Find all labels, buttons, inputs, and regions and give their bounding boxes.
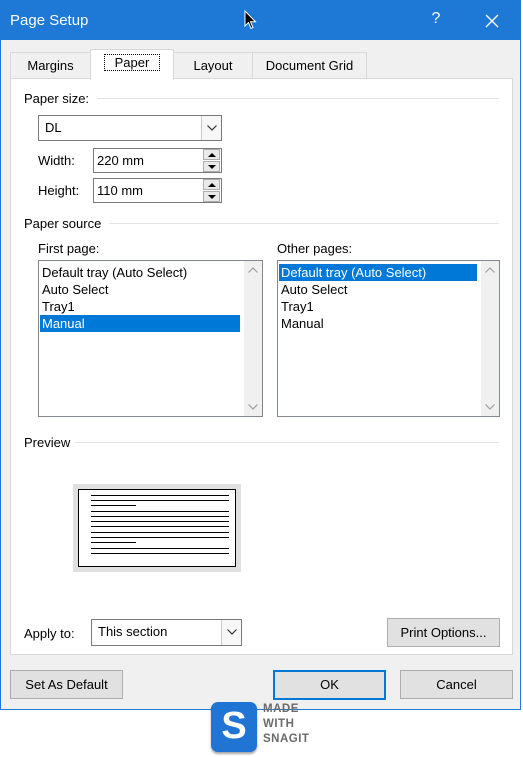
dropdown-button[interactable] xyxy=(221,620,241,645)
first-page-list[interactable]: Default tray (Auto Select) Auto Select T… xyxy=(38,260,263,417)
scroll-down-icon xyxy=(248,404,258,410)
tab-label: Document Grid xyxy=(265,58,354,73)
preview-line xyxy=(91,516,229,517)
page-preview-sheet xyxy=(78,489,236,567)
page-setup-dialog: Page Setup ? Margins Paper Layout Docume… xyxy=(0,0,521,710)
paper-size-value: DL xyxy=(45,120,62,135)
paper-source-heading: Paper source xyxy=(24,216,102,231)
preview-line xyxy=(91,548,229,549)
spin-down-button[interactable] xyxy=(203,191,220,202)
watermark-line: WITH xyxy=(263,718,295,730)
preview-line xyxy=(91,532,229,533)
apply-to-label: Apply to: xyxy=(24,626,75,641)
snagit-logo-letter: S xyxy=(221,705,247,747)
chevron-down-icon xyxy=(227,629,237,635)
snagit-watermark-text: MADE WITH SNAGIT xyxy=(263,702,309,747)
tab-paper[interactable]: Paper xyxy=(90,49,174,80)
scroll-down-icon xyxy=(485,404,495,410)
width-value: 220 mm xyxy=(97,153,144,168)
preview-heading: Preview xyxy=(24,435,71,450)
ok-button[interactable]: OK xyxy=(273,670,386,700)
paper-size-heading: Paper size: xyxy=(24,91,90,106)
preview-line xyxy=(91,553,229,554)
preview-line xyxy=(91,521,229,522)
print-options-button[interactable]: Print Options... xyxy=(387,618,500,647)
divider xyxy=(75,442,499,443)
tab-label: Paper xyxy=(103,54,161,71)
width-label: Width: xyxy=(38,153,75,168)
height-spinner[interactable]: 110 mm xyxy=(93,178,222,203)
divider xyxy=(109,223,499,224)
preview-line xyxy=(91,500,229,501)
list-item-selected[interactable]: Default tray (Auto Select) xyxy=(279,264,477,281)
preview-line xyxy=(91,495,229,496)
tab-document-grid[interactable]: Document Grid xyxy=(252,52,367,79)
scroll-up-icon xyxy=(485,267,495,273)
other-pages-label: Other pages: xyxy=(277,241,353,256)
divider xyxy=(97,98,499,99)
snagit-watermark: S MADE WITH SNAGIT xyxy=(211,700,321,754)
scroll-up-icon xyxy=(248,267,258,273)
tab-strip: Margins Paper Layout Document Grid xyxy=(10,49,512,80)
spin-down-button[interactable] xyxy=(203,161,220,172)
preview-line xyxy=(91,526,229,527)
dropdown-button[interactable] xyxy=(201,116,221,140)
tab-layout[interactable]: Layout xyxy=(173,52,253,79)
list-item-selected[interactable]: Manual xyxy=(40,315,240,332)
height-value: 110 mm xyxy=(97,183,143,198)
chevron-down-icon xyxy=(207,125,217,131)
list-item[interactable]: Auto Select xyxy=(40,281,240,298)
spin-up-button[interactable] xyxy=(203,149,220,160)
list-item[interactable]: Auto Select xyxy=(279,281,477,298)
apply-to-select[interactable]: This section xyxy=(91,619,242,646)
watermark-line: SNAGIT xyxy=(263,733,310,745)
apply-to-value: This section xyxy=(98,624,168,639)
preview-line xyxy=(91,505,136,506)
paper-tab-panel: Paper size: DL Width: 220 mm Height: 110… xyxy=(10,78,513,655)
cancel-button[interactable]: Cancel xyxy=(400,670,513,699)
triangle-down-icon xyxy=(208,165,216,169)
preview-line xyxy=(91,537,229,538)
paper-size-select[interactable]: DL xyxy=(38,115,222,141)
title-bar[interactable]: Page Setup ? xyxy=(1,1,520,40)
watermark-line: MADE xyxy=(263,703,299,715)
triangle-up-icon xyxy=(208,153,216,157)
preview-line xyxy=(91,542,136,543)
first-page-label: First page: xyxy=(38,241,100,256)
page-preview xyxy=(73,484,241,572)
other-pages-list[interactable]: Default tray (Auto Select) Auto Select T… xyxy=(277,260,500,417)
close-icon xyxy=(485,14,499,28)
scrollbar[interactable] xyxy=(481,261,499,416)
spin-up-button[interactable] xyxy=(203,179,220,190)
list-item[interactable]: Manual xyxy=(279,315,477,332)
list-item[interactable]: Default tray (Auto Select) xyxy=(40,264,240,281)
close-button[interactable] xyxy=(479,8,505,34)
preview-line xyxy=(91,511,229,512)
height-label: Height: xyxy=(38,183,80,198)
width-spinner[interactable]: 220 mm xyxy=(93,148,222,173)
mouse-cursor-icon xyxy=(244,9,258,33)
help-button[interactable]: ? xyxy=(426,10,446,28)
window-title: Page Setup xyxy=(10,12,89,29)
triangle-down-icon xyxy=(208,195,216,199)
snagit-logo-icon: S xyxy=(211,702,257,752)
tab-label: Margins xyxy=(27,58,74,73)
scrollbar[interactable] xyxy=(244,261,262,416)
triangle-up-icon xyxy=(208,183,216,187)
list-item[interactable]: Tray1 xyxy=(279,298,477,315)
tab-label: Layout xyxy=(193,58,233,73)
set-as-default-button[interactable]: Set As Default xyxy=(10,670,123,699)
tab-margins[interactable]: Margins xyxy=(10,52,91,79)
list-item[interactable]: Tray1 xyxy=(40,298,240,315)
